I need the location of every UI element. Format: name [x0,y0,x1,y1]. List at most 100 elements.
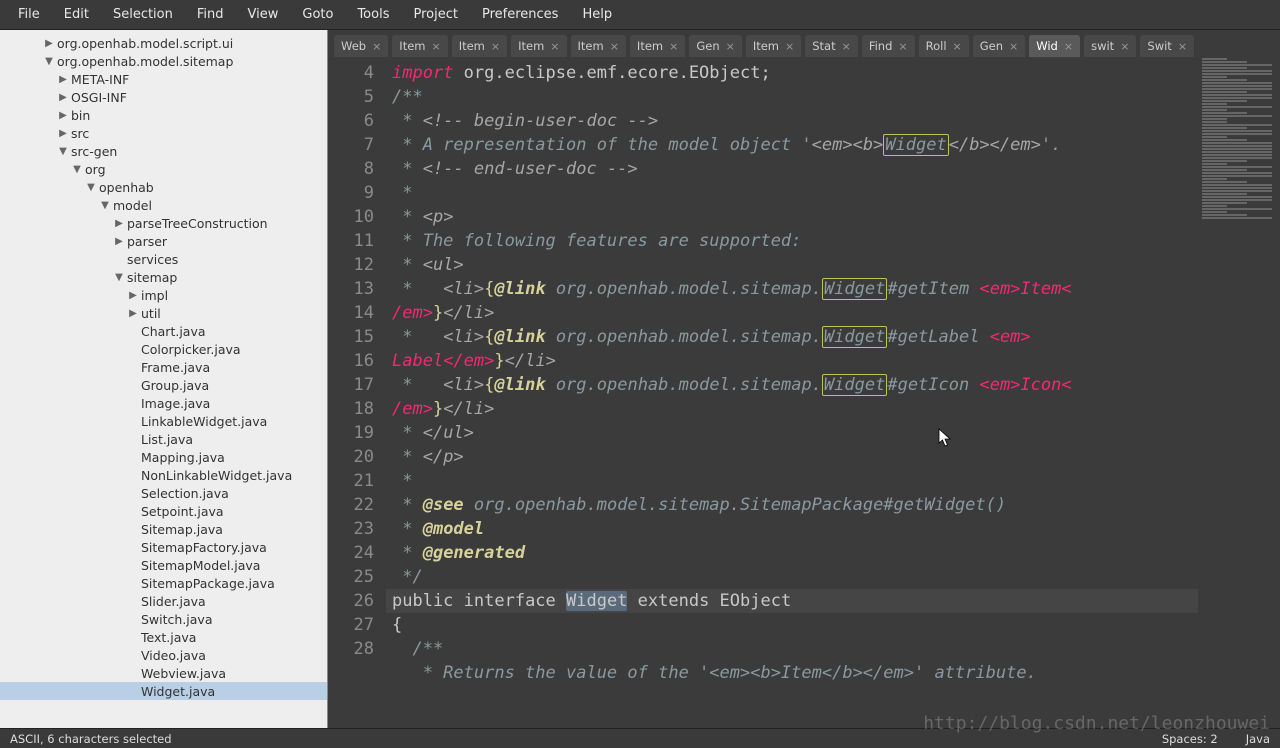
close-icon[interactable]: × [610,40,619,53]
tab[interactable]: Roll× [919,35,969,57]
tree-item[interactable]: ▼org.openhab.model.sitemap [0,52,327,70]
tab[interactable]: Stat× [805,35,858,57]
menu-preferences[interactable]: Preferences [472,4,568,25]
tree-twist-icon[interactable]: ▶ [44,38,54,49]
menu-help[interactable]: Help [572,4,622,25]
close-icon[interactable]: × [726,40,735,53]
tree-twist-icon[interactable]: ▶ [128,308,138,319]
tree-item[interactable]: NonLinkableWidget.java [0,466,327,484]
tree-item[interactable]: Selection.java [0,484,327,502]
tab[interactable]: Item× [630,35,685,57]
close-icon[interactable]: × [953,40,962,53]
tree-item[interactable]: Frame.java [0,358,327,376]
close-icon[interactable]: × [898,40,907,53]
code-area[interactable]: import org.eclipse.emf.ecore.EObject;/**… [386,57,1198,728]
tab[interactable]: Swit× [1140,35,1194,57]
close-icon[interactable]: × [491,40,500,53]
tree-item[interactable]: ▼openhab [0,178,327,196]
close-icon[interactable]: × [785,40,794,53]
tree-twist-icon[interactable]: ▼ [44,56,54,67]
tree-item[interactable]: Chart.java [0,322,327,340]
menu-view[interactable]: View [238,4,289,25]
tree-item[interactable]: Setpoint.java [0,502,327,520]
status-language[interactable]: Java [1246,732,1270,746]
menu-edit[interactable]: Edit [54,4,99,25]
tree-item[interactable]: ▶parseTreeConstruction [0,214,327,232]
tree-item[interactable]: ▼org [0,160,327,178]
tree-item[interactable]: ▼src-gen [0,142,327,160]
tab[interactable]: Item× [571,35,626,57]
tree-item[interactable]: ▶bin [0,106,327,124]
tree-item[interactable]: ▶org.openhab.model.script.ui [0,34,327,52]
tree-twist-icon[interactable]: ▼ [100,200,110,211]
close-icon[interactable]: × [1064,40,1073,53]
tree-item[interactable]: Sitemap.java [0,520,327,538]
tree-item[interactable]: Text.java [0,628,327,646]
close-icon[interactable]: × [431,40,440,53]
minimap[interactable] [1198,57,1280,728]
tree-item[interactable]: ▼sitemap [0,268,327,286]
tab[interactable]: Web× [334,35,388,57]
tab[interactable]: Wid× [1029,35,1080,57]
tab[interactable]: Item × [746,35,801,57]
tree-item[interactable]: ▼model [0,196,327,214]
close-icon[interactable]: × [1120,40,1129,53]
close-icon[interactable]: × [550,40,559,53]
tree-twist-icon[interactable]: ▼ [86,182,96,193]
tree-item[interactable]: SitemapModel.java [0,556,327,574]
close-icon[interactable]: × [842,40,851,53]
menu-find[interactable]: Find [187,4,234,25]
tab[interactable]: swit× [1084,35,1136,57]
tree-item[interactable]: LinkableWidget.java [0,412,327,430]
tab[interactable]: Item× [452,35,507,57]
tree-item[interactable]: Image.java [0,394,327,412]
tab[interactable]: Item× [511,35,566,57]
tree-twist-icon[interactable]: ▶ [58,74,68,85]
tab-label: Item [753,39,779,53]
tree-twist-icon[interactable]: ▶ [58,110,68,121]
tree-item[interactable]: ▶impl [0,286,327,304]
tab[interactable]: Gen× [973,35,1026,57]
tree-twist-icon[interactable]: ▶ [114,236,124,247]
tab[interactable]: Find× [862,35,915,57]
close-icon[interactable]: × [669,40,678,53]
status-indent[interactable]: Spaces: 2 [1162,732,1218,746]
tree-item[interactable]: Group.java [0,376,327,394]
close-icon[interactable]: × [1009,40,1018,53]
menu-selection[interactable]: Selection [103,4,183,25]
tree-item[interactable]: List.java [0,430,327,448]
menu-project[interactable]: Project [403,4,467,25]
tree-twist-icon[interactable]: ▶ [114,218,124,229]
menu-file[interactable]: File [8,4,50,25]
close-icon[interactable]: × [1178,40,1187,53]
tree-item[interactable]: SitemapFactory.java [0,538,327,556]
sidebar[interactable]: ▶org.openhab.model.script.ui▼org.openhab… [0,30,328,728]
tree-item[interactable]: SitemapPackage.java [0,574,327,592]
tree-item[interactable]: Slider.java [0,592,327,610]
tree-item[interactable]: ▶OSGI-INF [0,88,327,106]
tab[interactable]: Item× [392,35,447,57]
tree-item[interactable]: Widget.java [0,682,327,700]
tree-item[interactable]: Colorpicker.java [0,340,327,358]
tree-item[interactable]: Video.java [0,646,327,664]
tree-item[interactable]: services [0,250,327,268]
tree-twist-icon[interactable]: ▶ [58,92,68,103]
tree-item[interactable]: ▶META-INF [0,70,327,88]
tree-item[interactable]: Switch.java [0,610,327,628]
tree-item[interactable]: Mapping.java [0,448,327,466]
tree-item[interactable]: ▶src [0,124,327,142]
tree-twist-icon[interactable]: ▶ [58,128,68,139]
line-number: 18 [332,397,374,421]
tree-twist-icon[interactable]: ▼ [58,146,68,157]
tree-item[interactable]: ▶parser [0,232,327,250]
tree-twist-icon[interactable]: ▼ [114,272,124,283]
close-icon[interactable]: × [372,40,381,53]
tree-twist-icon[interactable]: ▶ [128,290,138,301]
tree-item[interactable]: Webview.java [0,664,327,682]
tab[interactable]: Gen× [689,35,742,57]
code-token: /em> [392,399,433,419]
menu-goto[interactable]: Goto [292,4,343,25]
menu-tools[interactable]: Tools [347,4,399,25]
tree-item[interactable]: ▶util [0,304,327,322]
tree-twist-icon[interactable]: ▼ [72,164,82,175]
